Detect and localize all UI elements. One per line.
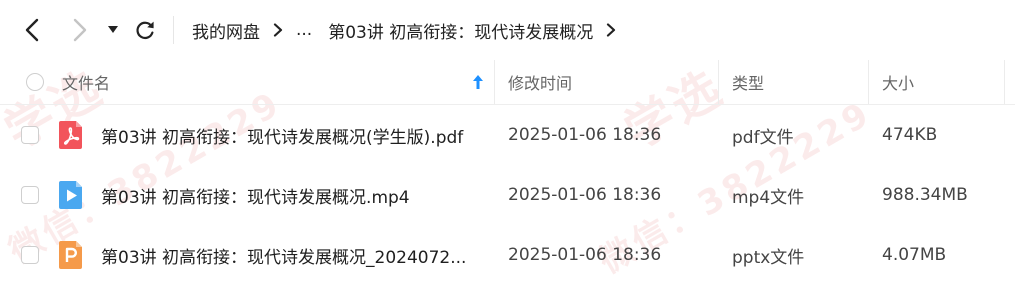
refresh-button[interactable]	[131, 16, 159, 44]
arrow-up-icon	[473, 75, 483, 89]
file-size: 4.07MB	[882, 245, 947, 265]
file-size: 474KB	[882, 125, 938, 145]
chevron-right-icon	[607, 23, 616, 37]
table-row[interactable]: 第03讲 初高衔接：现代诗发展概况.mp4 2025-01-06 18:36 m…	[0, 165, 1015, 225]
file-size: 988.34MB	[882, 185, 968, 205]
back-button[interactable]	[18, 16, 46, 44]
toolbar-divider	[173, 16, 174, 44]
breadcrumb-ellipsis[interactable]: ...	[296, 20, 312, 40]
refresh-icon	[136, 21, 154, 40]
file-modified-time: 2025-01-06 18:36	[508, 125, 662, 145]
history-dropdown-button[interactable]	[102, 16, 124, 44]
pdf-file-icon	[59, 121, 82, 149]
column-divider[interactable]	[718, 60, 719, 104]
column-header-type[interactable]: 类型	[732, 60, 862, 104]
file-name[interactable]: 第03讲 初高衔接：现代诗发展概况.mp4	[101, 165, 410, 225]
breadcrumb-current: 第03讲 初高衔接：现代诗发展概况	[328, 22, 594, 43]
table-row[interactable]: 第03讲 初高衔接：现代诗发展概况_2024072... 2025-01-06 …	[0, 225, 1015, 285]
pptx-file-icon	[59, 241, 82, 269]
column-header-modified[interactable]: 修改时间	[508, 60, 708, 104]
file-name[interactable]: 第03讲 初高衔接：现代诗发展概况_2024072...	[101, 225, 466, 285]
row-checkbox[interactable]	[21, 126, 39, 144]
chevron-left-icon	[25, 18, 39, 42]
file-type: pptx文件	[732, 247, 805, 268]
file-type: pdf文件	[732, 127, 794, 148]
column-header-type-label: 类型	[732, 74, 765, 93]
caret-down-icon	[108, 26, 118, 33]
chevron-right-icon	[273, 23, 283, 37]
forward-button[interactable]	[66, 16, 94, 44]
chevron-right-icon	[73, 18, 87, 42]
file-name[interactable]: 第03讲 初高衔接：现代诗发展概况(学生版).pdf	[101, 105, 463, 165]
breadcrumb-separator	[260, 23, 296, 37]
column-divider[interactable]	[494, 60, 495, 104]
column-header-modified-label: 修改时间	[508, 74, 573, 93]
file-modified-time: 2025-01-06 18:36	[508, 185, 662, 205]
table-row[interactable]: 第03讲 初高衔接：现代诗发展概况(学生版).pdf 2025-01-06 18…	[0, 105, 1015, 165]
breadcrumb-root[interactable]: 我的网盘	[192, 18, 260, 43]
breadcrumb-separator[interactable]	[593, 23, 629, 37]
column-divider[interactable]	[1004, 60, 1005, 104]
row-checkbox[interactable]	[21, 246, 39, 264]
breadcrumb: 我的网盘 ... 第03讲 初高衔接：现代诗发展概况	[192, 16, 629, 44]
column-header-size-label: 大小	[882, 74, 915, 93]
list-header: 文件名 修改时间 类型 大小	[0, 60, 1015, 105]
select-all-checkbox[interactable]	[26, 73, 44, 91]
column-header-name[interactable]: 文件名	[62, 60, 492, 104]
file-modified-time: 2025-01-06 18:36	[508, 245, 662, 265]
column-header-name-label: 文件名	[62, 74, 111, 93]
file-type: mp4文件	[732, 187, 805, 208]
column-header-size[interactable]: 大小	[882, 60, 1002, 104]
video-file-icon	[59, 181, 82, 209]
row-checkbox[interactable]	[21, 186, 39, 204]
toolbar: 我的网盘 ... 第03讲 初高衔接：现代诗发展概况	[0, 0, 1015, 60]
column-divider[interactable]	[868, 60, 869, 104]
